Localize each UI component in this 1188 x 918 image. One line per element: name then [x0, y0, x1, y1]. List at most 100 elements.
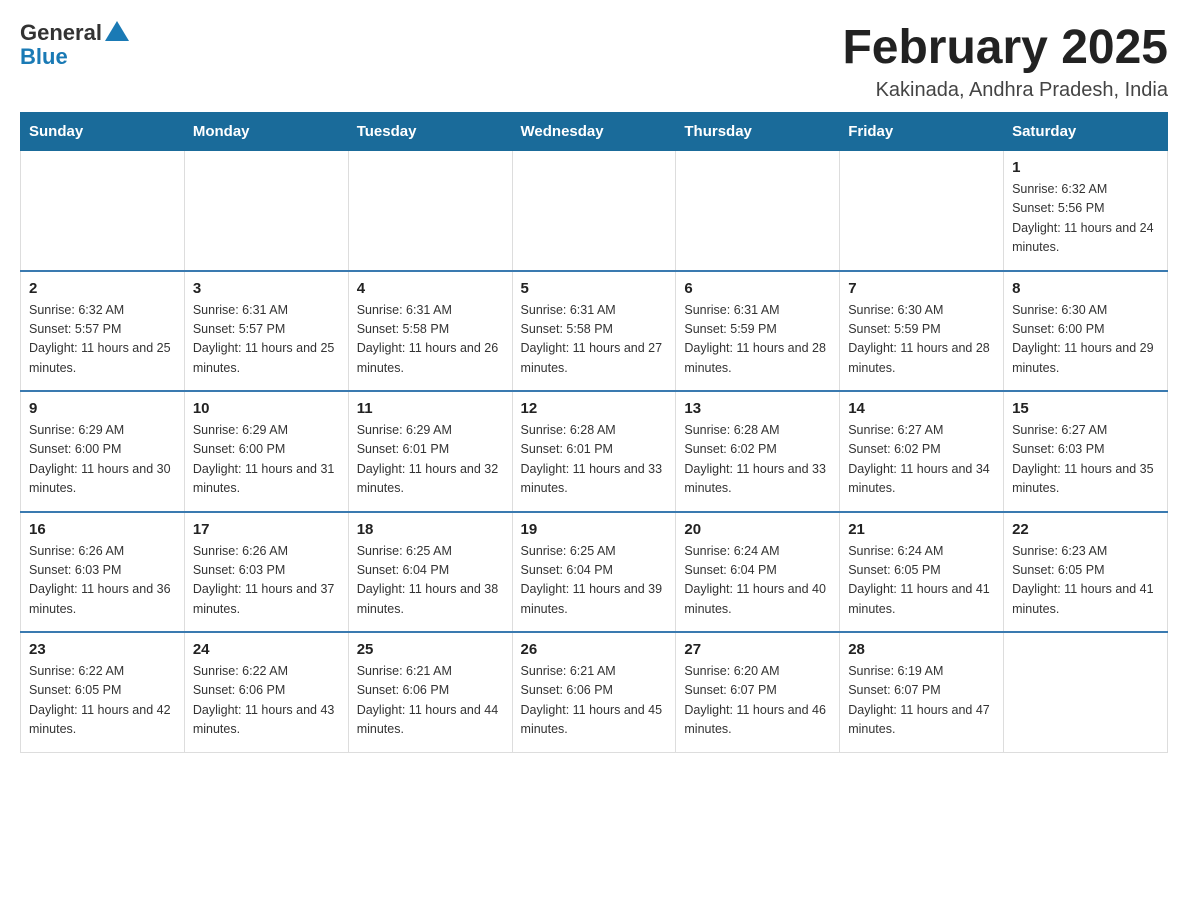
- page-header: General Blue February 2025 Kakinada, And…: [20, 20, 1168, 102]
- logo-triangle-icon: [105, 21, 129, 41]
- calendar-table: SundayMondayTuesdayWednesdayThursdayFrid…: [20, 112, 1168, 753]
- calendar-cell: 20 Sunrise: 6:24 AMSunset: 6:04 PMDayligh…: [676, 512, 840, 633]
- day-number: 13: [684, 400, 831, 417]
- calendar-subtitle: Kakinada, Andhra Pradesh, India: [842, 79, 1168, 102]
- day-number: 4: [357, 280, 504, 297]
- day-number: 28: [848, 641, 995, 658]
- calendar-cell: 19 Sunrise: 6:25 AMSunset: 6:04 PMDayligh…: [512, 512, 676, 633]
- week-row-5: 23Sunrise: 6:22 AMSunset: 6:05 PMDayligh…: [21, 632, 1168, 752]
- day-number: 14: [848, 400, 995, 417]
- calendar-cell: 21 Sunrise: 6:24 AMSunset: 6:05 PMDayligh…: [840, 512, 1004, 633]
- day-number: 12: [521, 400, 668, 417]
- day-number: 18: [357, 521, 504, 538]
- day-info: Sunrise: 6:27 AMSunset: 6:03 PMDaylight:…: [1012, 421, 1159, 499]
- day-info: Sunrise: 6:30 AMSunset: 5:59 PMDaylight:…: [848, 301, 995, 379]
- title-block: February 2025 Kakinada, Andhra Pradesh, …: [842, 20, 1168, 102]
- calendar-cell: [1004, 632, 1168, 752]
- logo-blue-text: Blue: [20, 44, 129, 70]
- week-row-1: 1 Sunrise: 6:32 AMSunset: 5:56 PMDaylight…: [21, 151, 1168, 271]
- day-info: Sunrise: 6:31 AMSunset: 5:58 PMDaylight:…: [357, 301, 504, 379]
- calendar-cell: 5 Sunrise: 6:31 AMSunset: 5:58 PMDaylight…: [512, 271, 676, 392]
- day-info: Sunrise: 6:32 AMSunset: 5:57 PMDaylight:…: [29, 301, 176, 379]
- logo-general-text: General: [20, 20, 102, 46]
- calendar-cell: 12 Sunrise: 6:28 AMSunset: 6:01 PMDayligh…: [512, 391, 676, 512]
- calendar-cell: 7 Sunrise: 6:30 AMSunset: 5:59 PMDaylight…: [840, 271, 1004, 392]
- day-info: Sunrise: 6:28 AMSunset: 6:01 PMDaylight:…: [521, 421, 668, 499]
- day-number: 5: [521, 280, 668, 297]
- calendar-cell: 4 Sunrise: 6:31 AMSunset: 5:58 PMDaylight…: [348, 271, 512, 392]
- day-info: Sunrise: 6:24 AMSunset: 6:04 PMDaylight:…: [684, 542, 831, 620]
- day-number: 21: [848, 521, 995, 538]
- header-row: SundayMondayTuesdayWednesdayThursdayFrid…: [21, 113, 1168, 151]
- day-info: Sunrise: 6:25 AMSunset: 6:04 PMDaylight:…: [521, 542, 668, 620]
- calendar-cell: 16 Sunrise: 6:26 AMSunset: 6:03 PMDayligh…: [21, 512, 185, 633]
- day-info: Sunrise: 6:26 AMSunset: 6:03 PMDaylight:…: [29, 542, 176, 620]
- week-row-3: 9 Sunrise: 6:29 AMSunset: 6:00 PMDaylight…: [21, 391, 1168, 512]
- week-row-2: 2 Sunrise: 6:32 AMSunset: 5:57 PMDaylight…: [21, 271, 1168, 392]
- day-number: 2: [29, 280, 176, 297]
- day-info: Sunrise: 6:24 AMSunset: 6:05 PMDaylight:…: [848, 542, 995, 620]
- week-row-4: 16 Sunrise: 6:26 AMSunset: 6:03 PMDayligh…: [21, 512, 1168, 633]
- calendar-body: 1 Sunrise: 6:32 AMSunset: 5:56 PMDaylight…: [21, 151, 1168, 753]
- calendar-cell: 6Sunrise: 6:31 AMSunset: 5:59 PMDaylight…: [676, 271, 840, 392]
- header-cell-wednesday: Wednesday: [512, 113, 676, 151]
- calendar-cell: 15 Sunrise: 6:27 AMSunset: 6:03 PMDayligh…: [1004, 391, 1168, 512]
- day-info: Sunrise: 6:21 AMSunset: 6:06 PMDaylight:…: [357, 662, 504, 740]
- day-number: 11: [357, 400, 504, 417]
- day-number: 3: [193, 280, 340, 297]
- day-info: Sunrise: 6:21 AMSunset: 6:06 PMDaylight:…: [521, 662, 668, 740]
- day-info: Sunrise: 6:31 AMSunset: 5:59 PMDaylight:…: [684, 301, 831, 379]
- day-number: 7: [848, 280, 995, 297]
- calendar-cell: [184, 151, 348, 271]
- calendar-cell: 26 Sunrise: 6:21 AMSunset: 6:06 PMDayligh…: [512, 632, 676, 752]
- calendar-cell: [348, 151, 512, 271]
- day-number: 19: [521, 521, 668, 538]
- calendar-cell: [21, 151, 185, 271]
- calendar-cell: 25 Sunrise: 6:21 AMSunset: 6:06 PMDayligh…: [348, 632, 512, 752]
- day-number: 1: [1012, 159, 1159, 176]
- day-info: Sunrise: 6:23 AMSunset: 6:05 PMDaylight:…: [1012, 542, 1159, 620]
- calendar-cell: 18 Sunrise: 6:25 AMSunset: 6:04 PMDayligh…: [348, 512, 512, 633]
- day-info: Sunrise: 6:26 AMSunset: 6:03 PMDaylight:…: [193, 542, 340, 620]
- day-info: Sunrise: 6:29 AMSunset: 6:00 PMDaylight:…: [29, 421, 176, 499]
- day-info: Sunrise: 6:32 AMSunset: 5:56 PMDaylight:…: [1012, 180, 1159, 258]
- calendar-cell: 3 Sunrise: 6:31 AMSunset: 5:57 PMDaylight…: [184, 271, 348, 392]
- calendar-cell: [512, 151, 676, 271]
- day-number: 10: [193, 400, 340, 417]
- calendar-cell: 17Sunrise: 6:26 AMSunset: 6:03 PMDayligh…: [184, 512, 348, 633]
- day-number: 20: [684, 521, 831, 538]
- calendar-cell: 14 Sunrise: 6:27 AMSunset: 6:02 PMDayligh…: [840, 391, 1004, 512]
- day-info: Sunrise: 6:31 AMSunset: 5:57 PMDaylight:…: [193, 301, 340, 379]
- day-number: 8: [1012, 280, 1159, 297]
- header-cell-saturday: Saturday: [1004, 113, 1168, 151]
- day-info: Sunrise: 6:27 AMSunset: 6:02 PMDaylight:…: [848, 421, 995, 499]
- calendar-cell: 23Sunrise: 6:22 AMSunset: 6:05 PMDayligh…: [21, 632, 185, 752]
- calendar-cell: 27Sunrise: 6:20 AMSunset: 6:07 PMDayligh…: [676, 632, 840, 752]
- day-info: Sunrise: 6:20 AMSunset: 6:07 PMDaylight:…: [684, 662, 831, 740]
- calendar-cell: 2 Sunrise: 6:32 AMSunset: 5:57 PMDaylight…: [21, 271, 185, 392]
- day-info: Sunrise: 6:22 AMSunset: 6:06 PMDaylight:…: [193, 662, 340, 740]
- day-info: Sunrise: 6:28 AMSunset: 6:02 PMDaylight:…: [684, 421, 831, 499]
- calendar-cell: 24 Sunrise: 6:22 AMSunset: 6:06 PMDayligh…: [184, 632, 348, 752]
- day-number: 24: [193, 641, 340, 658]
- header-cell-sunday: Sunday: [21, 113, 185, 151]
- header-cell-friday: Friday: [840, 113, 1004, 151]
- calendar-cell: 11Sunrise: 6:29 AMSunset: 6:01 PMDayligh…: [348, 391, 512, 512]
- calendar-cell: 13 Sunrise: 6:28 AMSunset: 6:02 PMDayligh…: [676, 391, 840, 512]
- day-number: 25: [357, 641, 504, 658]
- day-number: 16: [29, 521, 176, 538]
- calendar-header: SundayMondayTuesdayWednesdayThursdayFrid…: [21, 113, 1168, 151]
- day-info: Sunrise: 6:25 AMSunset: 6:04 PMDaylight:…: [357, 542, 504, 620]
- logo: General Blue: [20, 20, 129, 70]
- day-number: 26: [521, 641, 668, 658]
- header-cell-monday: Monday: [184, 113, 348, 151]
- day-number: 9: [29, 400, 176, 417]
- header-cell-tuesday: Tuesday: [348, 113, 512, 151]
- day-info: Sunrise: 6:22 AMSunset: 6:05 PMDaylight:…: [29, 662, 176, 740]
- calendar-title: February 2025: [842, 20, 1168, 75]
- day-number: 15: [1012, 400, 1159, 417]
- calendar-cell: 22Sunrise: 6:23 AMSunset: 6:05 PMDayligh…: [1004, 512, 1168, 633]
- day-info: Sunrise: 6:31 AMSunset: 5:58 PMDaylight:…: [521, 301, 668, 379]
- header-cell-thursday: Thursday: [676, 113, 840, 151]
- calendar-cell: 9 Sunrise: 6:29 AMSunset: 6:00 PMDaylight…: [21, 391, 185, 512]
